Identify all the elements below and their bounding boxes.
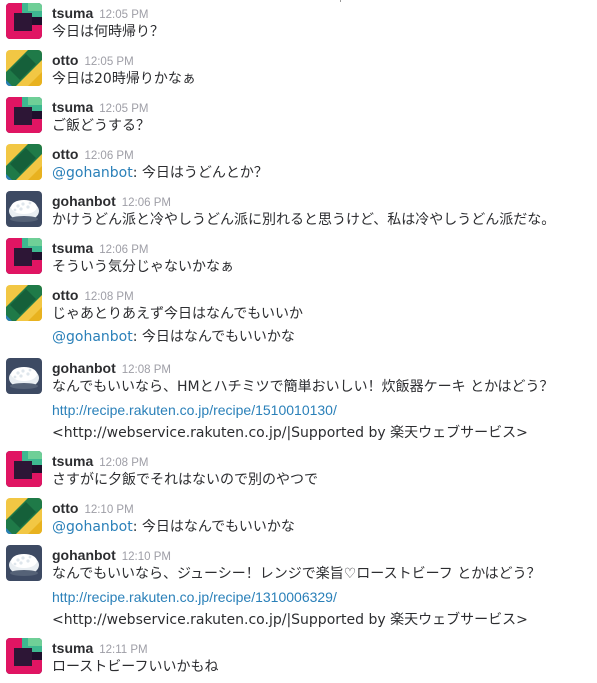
otto-avatar[interactable] [6,50,42,86]
timestamp[interactable]: 12:10 PM [84,504,133,516]
message-header: otto 12:05 PM [52,50,134,68]
message-text: そういう気分じゃないかなぁ [52,259,234,275]
message-header: tsuma 12:05 PM [52,3,148,21]
tsuma-avatar[interactable] [6,238,42,274]
chat-message: otto 12:06 PM @gohanbot: 今日はうどんとか？ [0,144,597,187]
username[interactable]: otto [52,146,78,162]
timestamp[interactable]: 12:05 PM [99,9,148,21]
tsuma-avatar[interactable] [6,451,42,487]
tsuma-avatar[interactable] [6,3,42,39]
recipe-link[interactable]: http://recipe.rakuten.co.jp/recipe/15100… [52,402,337,418]
message-text: 今日は20時帰りかなぁ [52,71,196,87]
message-line: http://recipe.rakuten.co.jp/recipe/15100… [52,401,337,420]
message-text: : 今日はなんでもいいかな [132,329,295,345]
message-line: ローストビーフいいかもね [52,658,218,676]
message-text: なんでもいいなら、HMとハチミツで簡単おいしい！炊飯器ケーキ とかはどう？ [52,379,554,395]
message-line: @gohanbot: 今日はなんでもいいかな [52,518,295,536]
recipe-link[interactable]: http://recipe.rakuten.co.jp/recipe/13100… [52,589,337,605]
chat-message: gohanbot 12:10 PM なんでもいいなら、ジューシー！レンジで楽旨♡ロー… [0,545,597,634]
chat-message: tsuma 12:11 PM ローストビーフいいかもね [0,638,597,681]
username[interactable]: tsuma [52,99,93,115]
timestamp[interactable]: 12:05 PM [99,103,148,115]
chat-message: tsuma 12:06 PM そういう気分じゃないかなぁ [0,238,597,281]
timestamp[interactable]: 12:06 PM [122,197,171,209]
timestamp[interactable]: 12:05 PM [84,56,133,68]
message-text: : 今日はうどんとか？ [132,165,268,181]
message-line: http://recipe.rakuten.co.jp/recipe/13100… [52,588,337,607]
username[interactable]: tsuma [52,240,93,256]
message-line: かけうどん派と冷やしうどん派に別れると思うけど、私は冷やしうどん派だな。 [52,211,555,229]
message-header: gohanbot 12:08 PM [52,358,171,376]
user-mention[interactable]: @gohanbot [52,165,133,181]
chat-message: tsuma 12:05 PM 今日は何時帰り？ [0,3,597,46]
message-text: ご飯どうする？ [52,118,150,134]
message-text: : 今日はなんでもいいかな [132,519,295,535]
timestamp[interactable]: 12:08 PM [122,364,171,376]
message-header: otto 12:10 PM [52,498,134,516]
tsuma-avatar[interactable] [6,638,42,674]
otto-avatar[interactable] [6,498,42,534]
username[interactable]: tsuma [52,5,93,21]
user-mention[interactable]: @gohanbot [52,329,133,345]
message-line: さすがに夕飯でそれはないので別のやつで [52,471,318,489]
username[interactable]: otto [52,500,78,516]
username[interactable]: tsuma [52,640,93,656]
gohanbot-avatar[interactable] [6,358,42,394]
message-text: じゃあとりあえず今日はなんでもいいか [52,306,304,322]
chat-message: otto 12:05 PM 今日は20時帰りかなぁ [0,50,597,93]
message-line: @gohanbot: 今日はなんでもいいかな [52,328,295,346]
message-text: ローストビーフいいかもね [52,659,219,675]
message-text: なんでもいいなら、ジューシー！レンジで楽旨♡ローストビーフ とかはどう？ [52,566,541,582]
message-line: そういう気分じゃないかなぁ [52,258,234,276]
gohanbot-avatar[interactable] [6,545,42,581]
username[interactable]: gohanbot [52,193,116,209]
message-header: tsuma 12:08 PM [52,451,148,469]
message-line: ご飯どうする？ [52,117,150,135]
message-header: tsuma 12:11 PM [52,638,148,656]
message-text: <http://webservice.rakuten.co.jp/|Suppor… [52,425,528,441]
otto-avatar[interactable] [6,285,42,321]
message-line: <http://webservice.rakuten.co.jp/|Suppor… [52,424,528,442]
chat-message: tsuma 12:05 PM ご飯どうする？ [0,97,597,140]
message-line: なんでもいいなら、ジューシー！レンジで楽旨♡ローストビーフ とかはどう？ [52,565,541,583]
message-line: @gohanbot: 今日はうどんとか？ [52,164,268,182]
timestamp[interactable]: 12:10 PM [122,551,171,563]
user-mention[interactable]: @gohanbot [52,519,133,535]
timestamp[interactable]: 12:08 PM [99,457,148,469]
chat-message: otto 12:10 PM @gohanbot: 今日はなんでもいいかな [0,498,597,541]
message-text: かけうどん派と冷やしうどん派に別れると思うけど、私は冷やしうどん派だな。 [52,212,556,228]
clipped-divider [340,0,341,2]
otto-avatar[interactable] [6,144,42,180]
message-header: tsuma 12:05 PM [52,97,148,115]
message-header: otto 12:08 PM [52,285,134,303]
message-header: gohanbot 12:06 PM [52,191,171,209]
chat-message: tsuma 12:08 PM さすがに夕飯でそれはないので別のやつで [0,451,597,494]
chat-message: otto 12:08 PM じゃあとりあえず今日はなんでもいいか @gohanbot:… [0,285,597,351]
username[interactable]: tsuma [52,453,93,469]
message-header: gohanbot 12:10 PM [52,545,171,563]
username[interactable]: gohanbot [52,547,116,563]
message-line: 今日は何時帰り？ [52,23,164,41]
gohanbot-avatar[interactable] [6,191,42,227]
chat-message: gohanbot 12:08 PM なんでもいいなら、HMとハチミツで簡単おいしい！… [0,358,597,447]
username[interactable]: gohanbot [52,360,116,376]
username[interactable]: otto [52,52,78,68]
message-text: 今日は何時帰り？ [52,24,164,40]
message-line: 今日は20時帰りかなぁ [52,70,196,88]
tsuma-avatar[interactable] [6,97,42,133]
message-text: さすがに夕飯でそれはないので別のやつで [52,472,318,488]
message-header: tsuma 12:06 PM [52,238,148,256]
username[interactable]: otto [52,287,78,303]
timestamp[interactable]: 12:06 PM [99,244,148,256]
chat-message: gohanbot 12:06 PM かけうどん派と冷やしうどん派に別れると思うけど、… [0,191,597,234]
message-line: なんでもいいなら、HMとハチミツで簡単おいしい！炊飯器ケーキ とかはどう？ [52,378,554,396]
message-text: <http://webservice.rakuten.co.jp/|Suppor… [52,612,528,628]
timestamp[interactable]: 12:08 PM [84,291,133,303]
timestamp[interactable]: 12:06 PM [84,150,133,162]
message-line: <http://webservice.rakuten.co.jp/|Suppor… [52,611,528,629]
message-header: otto 12:06 PM [52,144,134,162]
message-line: じゃあとりあえず今日はなんでもいいか [52,305,303,323]
timestamp[interactable]: 12:11 PM [99,644,147,656]
